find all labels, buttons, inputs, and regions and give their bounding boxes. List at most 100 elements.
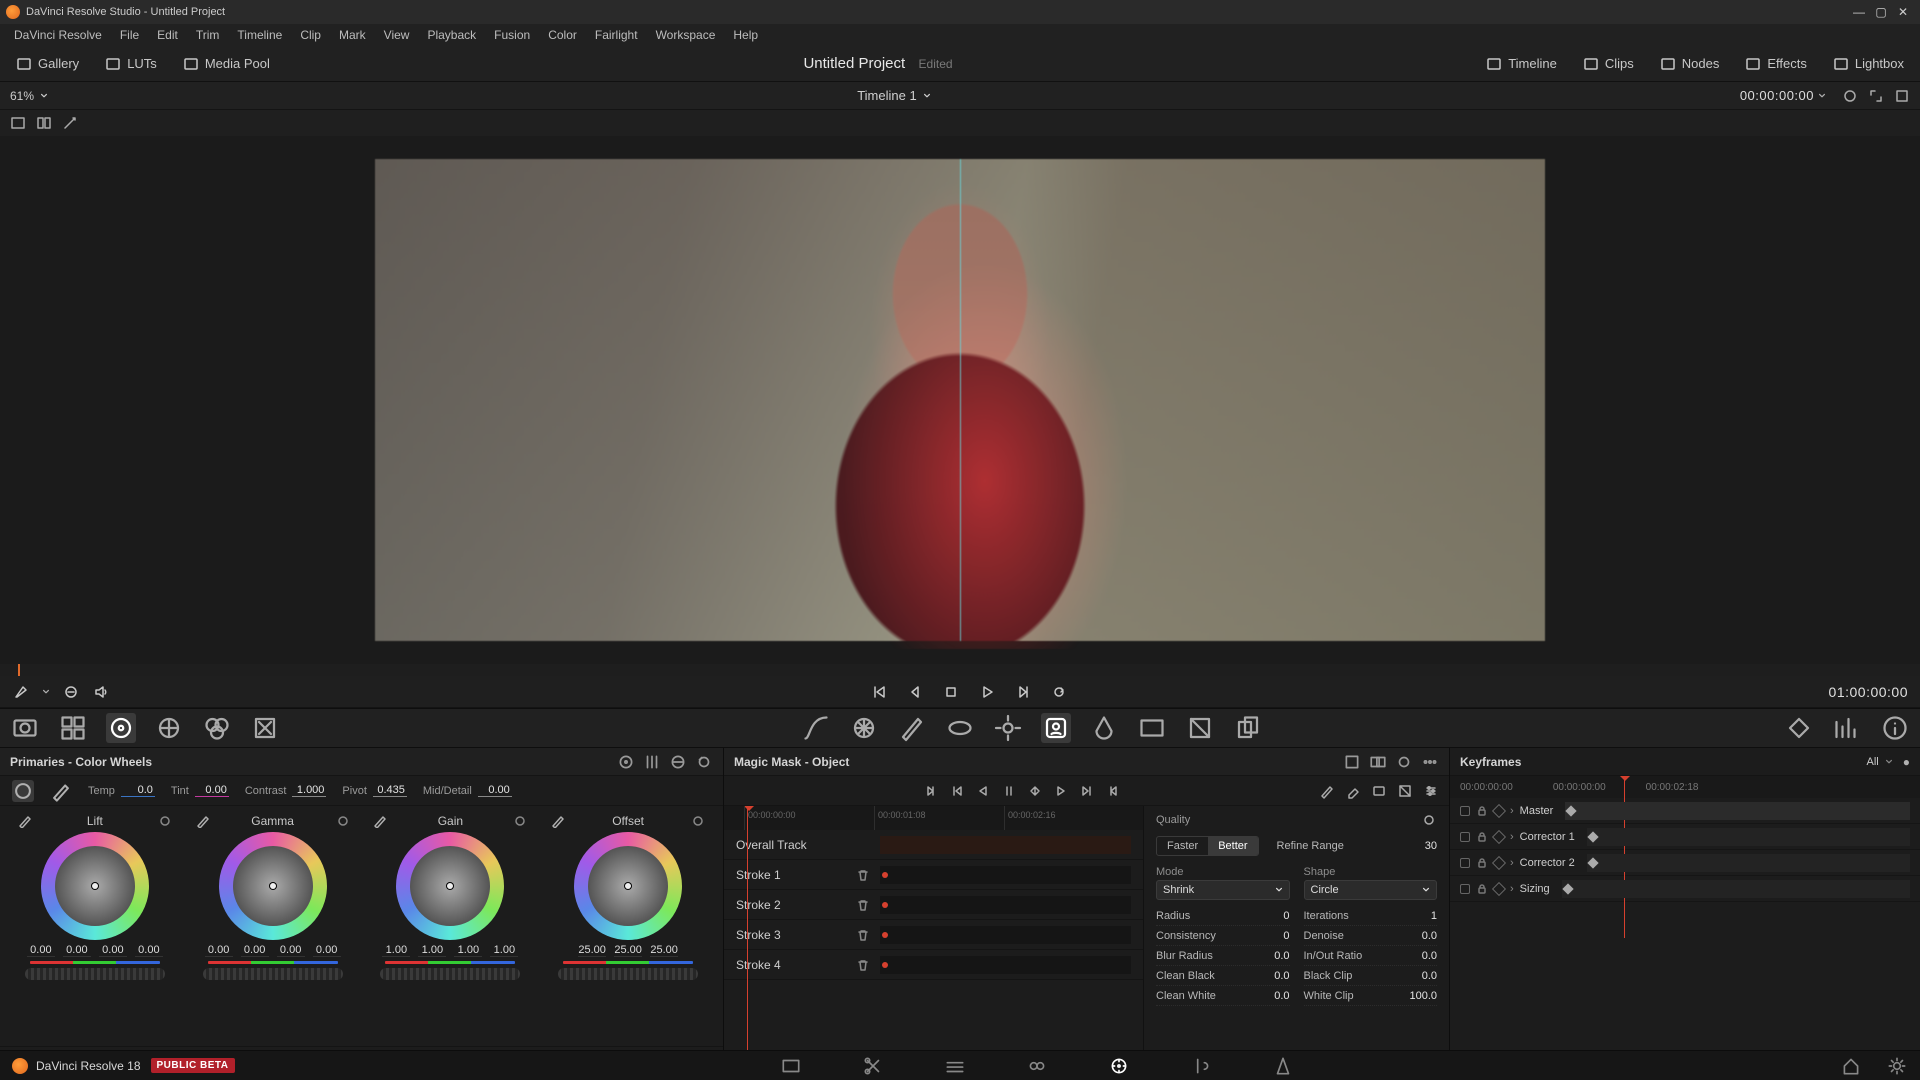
radius-value[interactable]: 0 (1254, 910, 1290, 922)
power-windows-icon[interactable] (945, 713, 975, 743)
loop-button[interactable] (1050, 683, 1068, 701)
toolbar-clips[interactable]: Clips (1577, 53, 1640, 75)
kf-row-sizing[interactable]: ›Sizing (1450, 876, 1920, 902)
temp-value[interactable]: 0.0 (121, 784, 155, 797)
scopes-icon[interactable] (1832, 713, 1862, 743)
primaries-bars-icon[interactable] (643, 753, 661, 771)
mask-row-lane[interactable] (880, 956, 1131, 974)
lift-jog[interactable] (25, 968, 165, 980)
kf-diamond-icon[interactable] (1492, 803, 1506, 817)
highlight-icon[interactable] (1894, 88, 1910, 104)
contrast-value[interactable]: 1.000 (292, 784, 326, 797)
kf-row-corrector-1[interactable]: ›Corrector 1 (1450, 824, 1920, 850)
mask-row-lane[interactable] (880, 836, 1131, 854)
image-wipe-icon[interactable] (10, 115, 26, 131)
primaries-reset-icon[interactable] (695, 753, 713, 771)
stroke-draw-icon[interactable] (1319, 783, 1335, 799)
window-maximize-button[interactable]: ▢ (1870, 1, 1892, 23)
track-stop-icon[interactable] (1001, 783, 1017, 799)
delete-stroke-icon[interactable] (856, 868, 870, 882)
project-settings-icon[interactable] (1886, 1055, 1908, 1077)
page-color-icon[interactable] (1108, 1055, 1130, 1077)
mask-timeline[interactable]: 00:00:00:0000:00:01:0800:00:02:16 (724, 806, 1143, 830)
keyframes-playhead-icon[interactable] (1620, 776, 1630, 786)
viewer-scrubber[interactable] (0, 664, 1920, 676)
curves-icon[interactable] (801, 713, 831, 743)
offset-jog[interactable] (558, 968, 698, 980)
toolbar-luts[interactable]: LUTs (99, 53, 163, 75)
quality-reset-icon[interactable] (1421, 812, 1437, 828)
next-frame-button[interactable] (1014, 683, 1032, 701)
keyframes-dot-icon[interactable]: ● (1903, 755, 1910, 769)
expand-viewer-icon[interactable] (1868, 88, 1884, 104)
chevron-right-icon[interactable]: › (1510, 831, 1514, 843)
lift-reset-icon[interactable] (158, 814, 172, 828)
source-timecode[interactable]: 01:00:00:00 (1829, 684, 1908, 700)
kf-diamond-icon[interactable] (1492, 829, 1506, 843)
lock-icon[interactable] (1476, 857, 1488, 869)
menu-mark[interactable]: Mark (331, 26, 374, 44)
mask-controls-icon[interactable] (1423, 783, 1439, 799)
home-icon[interactable] (1840, 1055, 1862, 1077)
sizing-icon[interactable] (1185, 713, 1215, 743)
kf-diamond-icon[interactable] (1492, 855, 1506, 869)
mask-show-icon[interactable] (1371, 783, 1387, 799)
kf-diamond-icon[interactable] (1492, 881, 1506, 895)
page-deliver-icon[interactable] (1272, 1055, 1294, 1077)
delete-stroke-icon[interactable] (856, 958, 870, 972)
keyframes-panel-icon[interactable] (1784, 713, 1814, 743)
mask-shape-select[interactable]: Circle (1304, 880, 1438, 900)
gamma-wheel[interactable] (219, 832, 327, 940)
window-minimize-button[interactable]: — (1848, 1, 1870, 23)
wheels-picker-tab[interactable] (50, 780, 72, 802)
stroke-erase-icon[interactable] (1345, 783, 1361, 799)
chevron-right-icon[interactable]: › (1510, 857, 1514, 869)
auto-balance-icon[interactable] (617, 753, 635, 771)
toolbar-gallery[interactable]: Gallery (10, 53, 85, 75)
magic-mask-icon[interactable] (1041, 713, 1071, 743)
lift-picker-icon[interactable] (18, 814, 32, 828)
kf-enable-icon[interactable] (1460, 858, 1470, 868)
kf-lane[interactable] (1587, 854, 1910, 872)
first-frame-button[interactable] (870, 683, 888, 701)
gamma-picker-icon[interactable] (196, 814, 210, 828)
viewer-zoom-dropdown[interactable]: 61% (10, 89, 48, 103)
info-icon[interactable] (1880, 713, 1910, 743)
primaries-log-icon[interactable] (669, 753, 687, 771)
toolbar-effects[interactable]: Effects (1739, 53, 1813, 75)
menu-davinci-resolve[interactable]: DaVinci Resolve (6, 26, 110, 44)
key-icon[interactable] (1137, 713, 1167, 743)
refine-range-value[interactable]: 30 (1401, 840, 1437, 852)
menu-timeline[interactable]: Timeline (229, 26, 290, 44)
gain-wheel[interactable] (396, 832, 504, 940)
qualifier-icon[interactable] (897, 713, 927, 743)
menu-color[interactable]: Color (540, 26, 585, 44)
kf-row-corrector-2[interactable]: ›Corrector 2 (1450, 850, 1920, 876)
wand-icon[interactable] (62, 115, 78, 131)
mask-row-lane[interactable] (880, 896, 1131, 914)
prev-key-icon[interactable] (949, 783, 965, 799)
split-wipe-icon[interactable] (36, 115, 52, 131)
mask-reset-icon[interactable] (1395, 753, 1413, 771)
chevron-right-icon[interactable]: › (1510, 883, 1514, 895)
menu-trim[interactable]: Trim (188, 26, 228, 44)
menu-fusion[interactable]: Fusion (486, 26, 538, 44)
toolbar-lightbox[interactable]: Lightbox (1827, 53, 1910, 75)
kf-enable-icon[interactable] (1460, 884, 1470, 894)
offset-picker-icon[interactable] (551, 814, 565, 828)
menu-playback[interactable]: Playback (419, 26, 484, 44)
kf-enable-icon[interactable] (1460, 832, 1470, 842)
page-media-icon[interactable] (780, 1055, 802, 1077)
quality-toggle[interactable]: Faster Better (1156, 836, 1259, 856)
3d-icon[interactable] (1233, 713, 1263, 743)
page-fusion-icon[interactable] (1026, 1055, 1048, 1077)
track-fwd-icon[interactable] (1053, 783, 1069, 799)
page-fairlight-icon[interactable] (1190, 1055, 1212, 1077)
mask-row-stroke-3[interactable]: Stroke 3 (724, 920, 1143, 950)
menu-view[interactable]: View (376, 26, 418, 44)
pivot-value[interactable]: 0.435 (373, 784, 407, 797)
lock-icon[interactable] (1476, 831, 1488, 843)
mask-row-stroke-1[interactable]: Stroke 1 (724, 860, 1143, 890)
chevron-down-icon[interactable] (42, 688, 50, 696)
in-out-ratio-value[interactable]: 0.0 (1401, 950, 1437, 962)
